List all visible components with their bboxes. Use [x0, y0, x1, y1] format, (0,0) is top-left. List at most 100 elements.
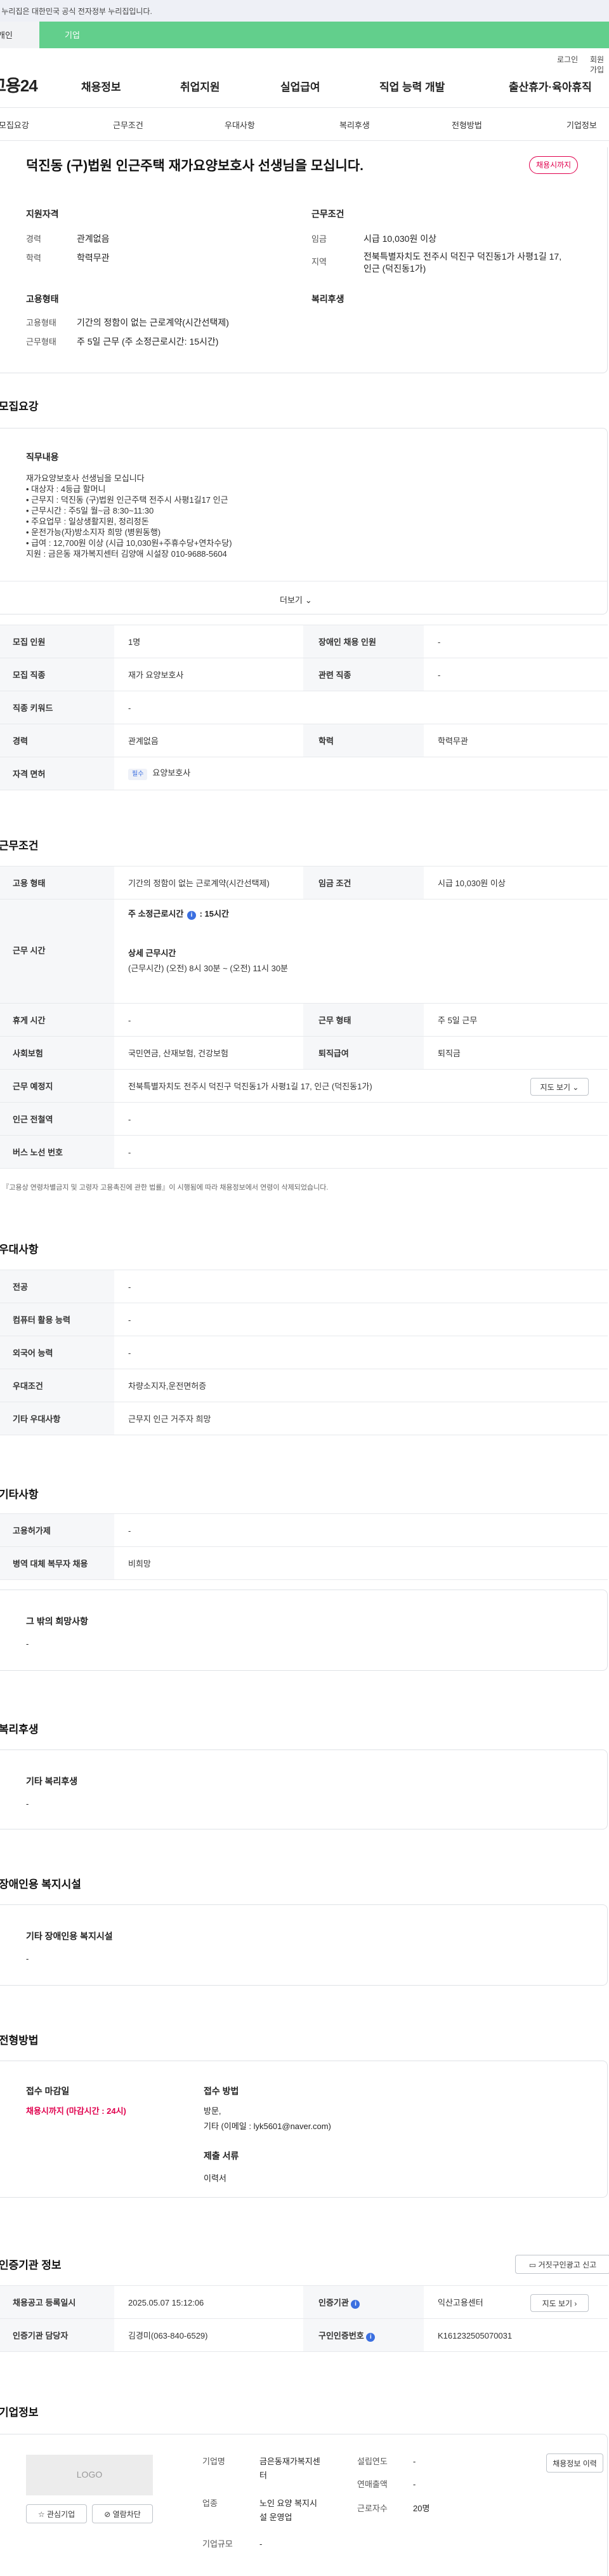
sales-value: -	[413, 2480, 416, 2489]
subnav-preference[interactable]: 우대사항	[225, 120, 255, 131]
founded-label: 설립연도	[357, 2457, 388, 2466]
agency-table: 채용공고 등록일시 2025.05.07 15:12:06 인증기관 i 익산고…	[0, 2285, 608, 2352]
tab-personal[interactable]: 개인	[0, 22, 39, 48]
work-label: 근무형태	[26, 337, 56, 347]
preference-section-title: 우대사항	[0, 1244, 39, 1256]
block-company-button[interactable]: ⊘ 열람차단	[92, 2504, 153, 2523]
edu-label: 학력	[26, 253, 41, 263]
subnav-company[interactable]: 기업정보	[566, 120, 597, 131]
industry-label: 업종	[202, 2499, 218, 2508]
company-size-value: -	[259, 2539, 263, 2549]
info-icon[interactable]: i	[366, 2333, 376, 2342]
duty-text: 재가요양보호사 선생님을 모십니다 • 대상자 : 4등급 할머니 • 근무지 …	[26, 474, 232, 559]
gnb-item-unemployment-benefit[interactable]: 실업급여	[280, 81, 320, 95]
subnav-conditions[interactable]: 근무조건	[113, 120, 143, 131]
company-name-label: 기업명	[202, 2457, 225, 2466]
job-summary-card: 덕진동 (구)법원 인근주택 재가요양보호사 선생님을 모십니다. 채용시까지 …	[0, 147, 608, 373]
welfare-other-value: -	[26, 1799, 29, 1809]
section-subnav: 모집요강 근무조건 우대사항 복리후생 전형방법 기업정보	[0, 108, 609, 141]
etc-other-heading: 그 밖의 희망사항	[26, 1616, 88, 1626]
conditions-table: 고용 형태 기간의 정함이 없는 근로계약(시간선택제) 임금 조건 시급 10…	[0, 866, 608, 1169]
gnb-item-employment-support[interactable]: 취업지원	[180, 81, 220, 95]
table-row: 컴퓨터 활용 능력 -	[0, 1303, 608, 1336]
subnav-recruit[interactable]: 모집요강	[0, 120, 29, 131]
job-title: 덕진동 (구)법원 인근주택 재가요양보호사 선생님을 모십니다.	[26, 159, 363, 173]
duty-card: 직무내용 재가요양보호사 선생님을 모십니다 • 대상자 : 4등급 할머니 •…	[0, 428, 608, 614]
table-row: 기타 우대사항 근무지 인근 거주자 희망	[0, 1402, 608, 1435]
required-badge: 필수	[128, 769, 148, 780]
table-row: 근무 예정지 전북특별자치도 전주시 덕진구 덕진동1가 사평1길 17, 인근…	[0, 1070, 608, 1103]
table-row: 휴게 시간 - 근무 형태 주 5일 근무	[0, 1004, 608, 1037]
preference-table: 전공 - 컴퓨터 활용 능력 - 외국어 능력 - 우대조건 차량소지자,운전면허증 기…	[0, 1270, 608, 1435]
chevron-down-icon: ⌄	[304, 595, 312, 605]
disability-card: 기타 장애인용 복지시설 -	[0, 1904, 608, 1986]
gnb-item-vocational-training[interactable]: 직업 능력 개발	[379, 81, 445, 95]
selection-card: 접수 마감일 채용시까지 (마감시간 : 24시) 접수 방법 방문, 기타 (…	[0, 2061, 608, 2198]
docs-label: 제출 서류	[204, 2151, 239, 2161]
company-size-label: 기업규모	[202, 2539, 233, 2549]
table-row: 인근 전철역 -	[0, 1103, 608, 1136]
founded-value: -	[413, 2457, 416, 2466]
chevron-right-icon: ›	[574, 2299, 577, 2308]
etc-table: 고용허가제 - 병역 대체 복무자 채용 비희망	[0, 1513, 608, 1580]
docs-value: 이력서	[204, 2174, 226, 2183]
wage-label: 임금	[311, 234, 327, 244]
method-line-1: 방문,	[204, 2106, 221, 2116]
table-row: 직종 키워드 -	[0, 691, 608, 724]
wage-value: 시급 10,030원 이상	[363, 234, 436, 244]
emp-label: 고용형태	[26, 318, 56, 328]
disability-section-title: 장애인용 복지시설	[0, 1878, 81, 1890]
conditions-section-title: 근무조건	[0, 840, 39, 852]
utility-bar: 로그인 회원가입	[0, 48, 609, 74]
welfare-other-heading: 기타 복리후생	[26, 1776, 78, 1786]
table-row: 인증기관 담당자 김경미(063-840-6529) 구인인증번호 i K161…	[0, 2319, 608, 2352]
table-row: 근무 시간 주 소정근로시간 i : 15시간 상세 근무시간 (근무시간) (…	[0, 900, 608, 1004]
edu-value: 학력무관	[77, 253, 110, 263]
tab-business[interactable]: 기업	[39, 22, 609, 48]
deadline-label: 접수 마감일	[26, 2086, 70, 2096]
table-row: 전공 -	[0, 1270, 608, 1303]
disability-other-heading: 기타 장애인용 복지시설	[26, 1931, 113, 1941]
info-icon[interactable]: i	[351, 2300, 360, 2309]
status-badge: 채용시까지	[529, 156, 579, 175]
member-type-tabs: 개인 기업	[0, 22, 609, 48]
conditions-heading: 근무조건	[311, 209, 344, 219]
exp-label: 경력	[26, 234, 41, 244]
favorite-company-button[interactable]: ☆ 관심기업	[26, 2504, 87, 2523]
agency-map-button[interactable]: 지도 보기 ›	[530, 2294, 589, 2312]
etc-other-card: 그 밖의 희망사항 -	[0, 1590, 608, 1671]
map-view-button[interactable]: 지도 보기 ⌄	[530, 1078, 589, 1096]
company-card: LOGO ☆ 관심기업 ⊘ 열람차단 기업명 금은동재가복지센 터 설립연도 -…	[0, 2434, 608, 2576]
table-row: 외국어 능력 -	[0, 1336, 608, 1369]
table-row: 경력 관계없음 학력 학력무관	[0, 724, 608, 757]
gnb-item-jobs[interactable]: 채용정보	[81, 81, 121, 95]
exp-value: 관계없음	[77, 234, 110, 244]
login-link[interactable]: 로그인	[557, 55, 578, 65]
age-notice: * 『고용상 연령차별금지 및 고령자 고용촉진에 관한 법률』이 시행됨에 따…	[0, 1184, 329, 1192]
hiring-history-button[interactable]: 채용정보 이력	[546, 2453, 603, 2473]
table-row: 모집 직종 재가 요양보호사 관련 직종 -	[0, 658, 608, 691]
company-section-title: 기업정보	[0, 2407, 39, 2419]
employment-heading: 고용형태	[26, 294, 59, 304]
disability-other-value: -	[26, 1954, 29, 1963]
region-label: 지역	[311, 257, 327, 267]
site-logo[interactable]: 고용24	[0, 75, 38, 97]
welfare-section-title: 복리후생	[0, 1723, 39, 1736]
table-row: 사회보험 국민연금, 산재보험, 건강보험 퇴직급여 퇴직금	[0, 1037, 608, 1070]
selection-section-title: 전형방법	[0, 2035, 39, 2047]
welfare-heading: 복리후생	[311, 294, 344, 304]
info-icon[interactable]: i	[187, 911, 196, 920]
table-row: 고용 형태 기간의 정함이 없는 근로계약(시간선택제) 임금 조건 시급 10…	[0, 866, 608, 900]
subnav-selection[interactable]: 전형방법	[452, 120, 482, 131]
star-icon: ☆	[37, 2510, 45, 2519]
gnb-item-parental-leave[interactable]: 출산휴가·육아휴직	[509, 81, 592, 95]
employees-value: 20명	[413, 2504, 430, 2513]
report-fake-ad-button[interactable]: ▭ 거짓구인광고 신고	[515, 2255, 609, 2274]
industry-line-1: 노인 요양 복지시	[259, 2499, 317, 2508]
company-logo-placeholder: LOGO	[26, 2455, 153, 2495]
table-row: 병역 대체 복무자 채용 비희망	[0, 1547, 608, 1580]
deadline-value: 채용시까지 (마감시간 : 24시)	[26, 2106, 126, 2116]
more-button[interactable]: 더보기 ⌄	[280, 595, 312, 606]
company-name-line-1: 금은동재가복지센	[259, 2457, 320, 2466]
subnav-welfare[interactable]: 복리후생	[339, 120, 370, 131]
